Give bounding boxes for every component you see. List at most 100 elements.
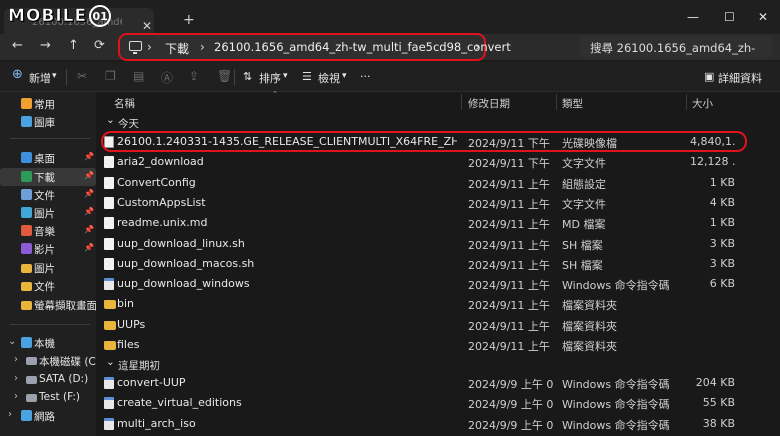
- file-date: 2024/9/11 下午 ...: [468, 157, 554, 171]
- details-button[interactable]: 詳細資料: [718, 70, 762, 86]
- column-header-date[interactable]: 修改日期: [468, 92, 510, 114]
- file-row[interactable]: CustomAppsList 2024/9/11 上午 ... 文字文件 4 KB: [96, 193, 780, 213]
- file-type: 檔案資料夾: [562, 319, 617, 333]
- file-row[interactable]: multi_arch_iso 2024/9/9 上午 0... Windows 命令…: [96, 414, 780, 434]
- breadcrumb-current-folder[interactable]: 26100.1656_amd64_zh-tw_multi_fae5cd98_co…: [214, 40, 511, 54]
- new-button[interactable]: 新增: [29, 70, 51, 86]
- sidebar-item-pictures-folder[interactable]: 圖片: [0, 259, 96, 277]
- file-type: Windows 命令指令碼: [562, 378, 670, 391]
- sidebar-item-desktop[interactable]: 桌面 📌: [0, 149, 96, 167]
- sidebar-divider: [10, 324, 90, 325]
- refresh-icon[interactable]: ⟳: [94, 38, 105, 53]
- file-row[interactable]: convert-UUP 2024/9/9 上午 0... Windows 命令指令碼…: [96, 373, 780, 393]
- new-tab-icon[interactable]: +: [183, 12, 195, 28]
- sidebar-item-videos[interactable]: 影片 📌: [0, 240, 96, 258]
- chevron-right-icon[interactable]: ›: [14, 391, 18, 402]
- file-row[interactable]: aria2_download 2024/9/11 下午 ... 文字文件 12,128…: [96, 152, 780, 172]
- copy-icon[interactable]: ❐: [105, 69, 116, 83]
- sidebar-item-drive-f[interactable]: › Test (F:): [0, 389, 96, 407]
- back-arrow-icon[interactable]: ←: [12, 38, 23, 53]
- sidebar-item-drive-c[interactable]: › 本機磁碟 (C: [0, 352, 96, 370]
- file-date: 2024/9/11 上午 ...: [468, 340, 554, 353]
- group-chevron-icon[interactable]: ⌄: [106, 356, 115, 368]
- script-file-icon: [104, 377, 114, 389]
- file-icon: [104, 176, 114, 189]
- file-name: multi_arch_iso: [117, 416, 196, 430]
- sidebar-item-screenshots[interactable]: 螢幕擷取畫面: [0, 296, 96, 314]
- sidebar-item-pictures[interactable]: 圖片 📌: [0, 204, 96, 222]
- column-header-type[interactable]: 類型: [562, 92, 583, 114]
- document-icon: [21, 189, 32, 200]
- search-input[interactable]: 搜尋 26100.1656_amd64_zh-tw: [590, 40, 755, 56]
- file-size: 3 KB: [709, 256, 735, 270]
- file-type: 組態設定: [562, 177, 606, 191]
- file-name: readme.unix.md: [117, 216, 208, 230]
- pin-icon: 📌: [84, 152, 94, 161]
- delete-icon[interactable]: 🗑: [217, 69, 232, 83]
- chevron-down-icon[interactable]: ⌄: [8, 336, 16, 347]
- chevron-right-icon[interactable]: ›: [8, 409, 12, 420]
- address-bar[interactable]: › 下載 › 26100.1656_amd64_zh-tw_multi_fae5…: [118, 33, 511, 61]
- file-type: Windows 命令指令碼: [562, 418, 670, 432]
- file-row[interactable]: ConvertConfig 2024/9/11 上午 ... 組態設定 1 KB: [96, 173, 780, 193]
- tab-close-icon[interactable]: ✕: [142, 19, 152, 33]
- share-icon[interactable]: ⇪: [189, 69, 199, 83]
- up-arrow-icon[interactable]: ↑: [68, 38, 79, 53]
- file-row[interactable]: bin 2024/9/11 上午 ... 檔案資料夾: [96, 294, 780, 314]
- file-row[interactable]: uup_download_macos.sh 2024/9/11 上午 ... SH …: [96, 254, 780, 274]
- file-row[interactable]: files 2024/9/11 上午 ... 檔案資料夾: [96, 335, 780, 355]
- file-row[interactable]: UUPs 2024/9/11 上午 ... 檔案資料夾: [96, 315, 780, 335]
- file-row[interactable]: uup_download_linux.sh 2024/9/11 上午 ... SH …: [96, 234, 780, 254]
- file-row[interactable]: create_virtual_editions 2024/9/9 上午 0... W…: [96, 393, 780, 413]
- sort-button[interactable]: 排序: [259, 70, 281, 86]
- download-icon: [21, 171, 32, 182]
- column-separator[interactable]: [461, 94, 462, 110]
- column-header-size[interactable]: 大小: [692, 92, 713, 114]
- paste-icon[interactable]: ▤: [133, 69, 144, 83]
- cut-icon[interactable]: ✂: [77, 69, 87, 83]
- video-icon: [21, 243, 32, 254]
- column-header-name[interactable]: 名稱: [114, 92, 135, 114]
- minimize-icon[interactable]: —: [687, 10, 699, 24]
- sidebar-item-music[interactable]: 音樂 📌: [0, 222, 96, 240]
- more-options-button[interactable]: ···: [360, 70, 371, 83]
- group-header-earlier[interactable]: 這星期初: [118, 358, 160, 373]
- chevron-right-icon[interactable]: ›: [14, 354, 18, 365]
- sidebar-item-label: 本機磁碟 (C: [39, 356, 96, 368]
- file-name: create_virtual_editions: [117, 396, 242, 410]
- breadcrumb-chevron-icon[interactable]: ›: [475, 40, 480, 54]
- group-chevron-icon[interactable]: ⌄: [106, 114, 115, 126]
- sidebar-item-home[interactable]: 常用: [0, 95, 96, 113]
- folder-icon: [21, 282, 32, 291]
- file-name: files: [117, 338, 140, 351]
- view-button[interactable]: 檢視: [318, 70, 340, 86]
- column-separator[interactable]: [556, 94, 557, 110]
- close-window-icon[interactable]: ✕: [758, 10, 768, 24]
- desktop-icon: [21, 152, 32, 163]
- sidebar-item-network[interactable]: › 網路: [0, 407, 96, 425]
- file-type: Windows 命令指令碼: [562, 279, 670, 293]
- file-row[interactable]: readme.unix.md 2024/9/11 上午 ... MD 檔案 1 KB: [96, 213, 780, 233]
- file-row[interactable]: uup_download_windows 2024/9/11 上午 ... Wind…: [96, 274, 780, 294]
- group-header-today[interactable]: 今天: [118, 116, 139, 131]
- sidebar-item-documents[interactable]: 文件 📌: [0, 186, 96, 204]
- sidebar-item-gallery[interactable]: 圖庫: [0, 113, 96, 131]
- breadcrumb-downloads[interactable]: 下載: [165, 40, 189, 57]
- rename-icon[interactable]: Ⓐ: [161, 69, 173, 86]
- sidebar-item-documents-folder[interactable]: 文件: [0, 277, 96, 295]
- chevron-right-icon[interactable]: ›: [14, 373, 18, 384]
- file-size: 1 KB: [709, 216, 735, 230]
- maximize-icon[interactable]: ☐: [724, 10, 735, 24]
- forward-arrow-icon[interactable]: →: [40, 38, 51, 53]
- column-separator[interactable]: [686, 94, 687, 110]
- monitor-icon: [129, 41, 142, 54]
- file-name: convert-UUP: [117, 376, 186, 389]
- search-box[interactable]: 搜尋 26100.1656_amd64_zh-tw: [580, 36, 772, 58]
- sidebar-item-this-pc[interactable]: ⌄ 本機: [0, 334, 96, 352]
- sidebar-item-drive-d[interactable]: › SATA (D:): [0, 371, 96, 389]
- sort-icon: ⇅: [243, 70, 253, 83]
- sidebar-item-downloads[interactable]: 下載 📌: [0, 168, 96, 186]
- toolbar-divider: [234, 69, 235, 85]
- file-name: uup_download_windows: [117, 277, 250, 291]
- file-type: 檔案資料夾: [562, 299, 617, 313]
